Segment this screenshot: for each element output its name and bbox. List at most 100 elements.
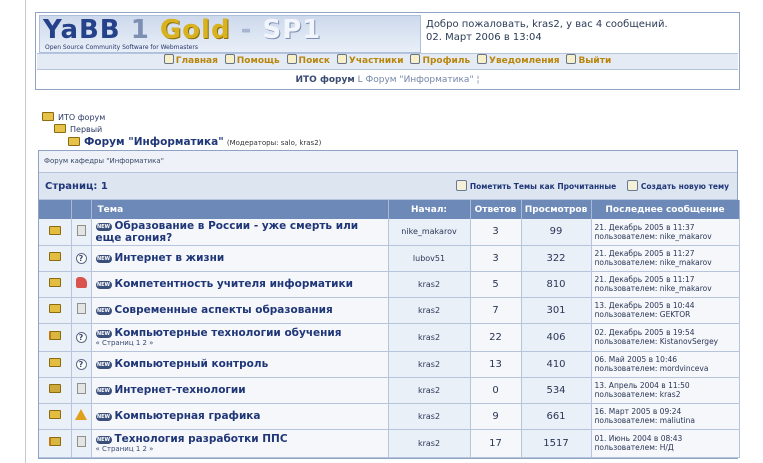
- last-post-user: пользователем: maliutina: [594, 416, 695, 425]
- last-post-user: пользователем: KistanovSergey: [594, 337, 719, 346]
- forum-tree: ИТО форум Первый Форум "Информатика" (Мо…: [42, 112, 321, 148]
- menu-notifications[interactable]: Уведомления: [477, 54, 560, 69]
- new-badge-icon: NEW: [95, 387, 112, 395]
- folder-cell: [39, 429, 72, 458]
- topic-starter[interactable]: kras2: [388, 351, 471, 378]
- reply-count: 3: [470, 245, 522, 272]
- topic-starter[interactable]: lubov51: [388, 245, 471, 272]
- last-post-user: пользователем: nike_makarov: [594, 284, 712, 293]
- topic-starter[interactable]: nike_makarov: [388, 219, 471, 246]
- reply-count: 17: [470, 429, 522, 458]
- topic-link[interactable]: Компетентность учителя информатики: [115, 278, 353, 290]
- col-starter: Начал:: [388, 200, 471, 219]
- last-post-cell: 06. Май 2005 в 10:46 пользователем: mordv…: [591, 351, 740, 378]
- topic-title-line: NEW Технология разработки ППС: [95, 433, 388, 445]
- moderators-list: (Модераторы: salo, kras2): [226, 139, 322, 147]
- folder-icon: [42, 112, 54, 121]
- topic-title-line: NEW Компьютерные технологии обучения: [95, 327, 388, 339]
- col-last-post: Последнее сообщение: [591, 200, 740, 219]
- topic-row: ? NEW Интернет в жизни lubov51 3 322 21. Декаб…: [39, 245, 740, 272]
- last-post-date: 01. Июнь 2004 в 08:43: [594, 434, 683, 443]
- topic-link[interactable]: Интернет-технологии: [115, 384, 246, 396]
- topic-row: NEW Интернет-технологии kras2 0 534 13. Апрел…: [39, 377, 740, 404]
- topic-cell: NEW Компьютерная графика: [91, 403, 389, 430]
- menu-logout[interactable]: Выйти: [566, 54, 611, 69]
- topic-link[interactable]: Интернет в жизни: [115, 252, 225, 264]
- topic-link[interactable]: Компьютерная графика: [115, 410, 261, 422]
- topic-link[interactable]: Компьютерные технологии обучения: [115, 327, 342, 339]
- menu-search[interactable]: Поиск: [286, 54, 330, 69]
- logo-one: 1: [130, 15, 150, 45]
- yabb-logo[interactable]: YaBB 1 Gold - SP1: [43, 15, 321, 45]
- mark-read-link[interactable]: Пометить Темы как Прочитанные: [470, 182, 616, 191]
- reply-count: 3: [470, 219, 522, 246]
- sticky-folder-icon: [48, 331, 61, 340]
- status-cell: [71, 271, 92, 298]
- view-count: 410: [521, 351, 592, 378]
- last-post-user: пользователем: GEKTOR: [594, 310, 691, 319]
- menu-members[interactable]: Участники: [336, 54, 404, 69]
- topic-pages-link[interactable]: « Страниц 1 2 »: [96, 445, 388, 454]
- folder-icon: [48, 252, 61, 261]
- topic-link[interactable]: Образование в России - уже смерть или ещ…: [96, 220, 359, 244]
- topic-title-line: NEW Образование в России - уже смерть или…: [95, 220, 388, 244]
- tree-category-label: Первый: [70, 125, 103, 134]
- status-cell: ?: [71, 323, 92, 352]
- topic-starter[interactable]: kras2: [388, 297, 471, 324]
- folder-icon: [48, 358, 61, 367]
- last-post-user: пользователем: Н/Д: [594, 443, 674, 452]
- status-cell: ?: [71, 245, 92, 272]
- view-count: 534: [521, 377, 592, 404]
- page-count: Страниц: 1: [45, 181, 108, 192]
- locked-folder-icon: [48, 384, 61, 393]
- reply-count: 5: [470, 271, 522, 298]
- col-replies: Ответов: [470, 200, 522, 219]
- last-post-user: пользователем: nike_makarov: [594, 258, 712, 267]
- tree-category[interactable]: Первый: [42, 124, 321, 136]
- reply-count: 7: [470, 297, 522, 324]
- topic-title-line: NEW Современные аспекты образования: [95, 304, 388, 316]
- reply-count: 22: [470, 323, 522, 352]
- breadcrumb-root-link[interactable]: ИТО форум: [295, 75, 354, 85]
- menu-notifications-label: Уведомления: [489, 56, 560, 66]
- topic-link[interactable]: Современные аспекты образования: [115, 304, 333, 316]
- topic-row: NEW Образование в России - уже смерть или…: [39, 219, 740, 246]
- menu-profile[interactable]: Профиль: [410, 54, 470, 69]
- topic-pages-link[interactable]: « Страниц 1 2 »: [96, 339, 388, 348]
- menu-help[interactable]: Помощь: [224, 54, 280, 69]
- topic-link[interactable]: Компьютерный контроль: [115, 358, 269, 370]
- logo-sp: SP1: [262, 15, 322, 45]
- logout-icon: [566, 54, 577, 64]
- topic-starter[interactable]: kras2: [388, 271, 471, 298]
- menu-home[interactable]: Главная: [163, 54, 218, 69]
- status-cell: [71, 377, 92, 404]
- folder-open-icon: [68, 137, 80, 146]
- topic-starter[interactable]: kras2: [388, 403, 471, 430]
- reply-count: 9: [470, 403, 522, 430]
- topic-starter[interactable]: kras2: [388, 429, 471, 458]
- current-date: 02. Март 2006 в 13:04: [426, 32, 542, 43]
- topic-title-line: NEW Компьютерная графика: [95, 410, 388, 422]
- menu-help-label: Помощь: [236, 56, 280, 66]
- help-icon: [224, 54, 235, 64]
- folder-cell: [39, 271, 72, 298]
- view-count: 301: [521, 297, 592, 324]
- topic-row: NEW Современные аспекты образования kras2 7…: [39, 297, 740, 324]
- topic-starter[interactable]: kras2: [388, 377, 471, 404]
- new-topic-link[interactable]: Создать новую тему: [641, 182, 729, 191]
- view-count: 661: [521, 403, 592, 430]
- breadcrumb: ИТО форум L Форум "Информатика" ¦: [36, 71, 739, 89]
- topic-starter[interactable]: kras2: [388, 323, 471, 352]
- left-page-rule: [25, 0, 26, 463]
- logo-yabb: YaBB: [43, 15, 121, 45]
- last-post-date: 13. Декабрь 2005 в 10:44: [594, 301, 695, 310]
- topic-link[interactable]: Технология разработки ППС: [115, 433, 288, 445]
- topic-row: NEW Компетентность учителя информатики kra…: [39, 271, 740, 298]
- tree-forum: Форум "Информатика" (Модераторы: salo, k…: [42, 136, 321, 148]
- reply-count: 0: [470, 377, 522, 404]
- forum-title: Форум "Информатика": [84, 136, 224, 148]
- welcome-text: Добро пожаловать, kras2, у вас 4 сообщен…: [426, 18, 668, 44]
- tree-root[interactable]: ИТО форум: [42, 112, 321, 124]
- topic-row: NEW Технология разработки ППС « Страниц 1 …: [39, 429, 740, 458]
- logo-dash: -: [240, 15, 253, 45]
